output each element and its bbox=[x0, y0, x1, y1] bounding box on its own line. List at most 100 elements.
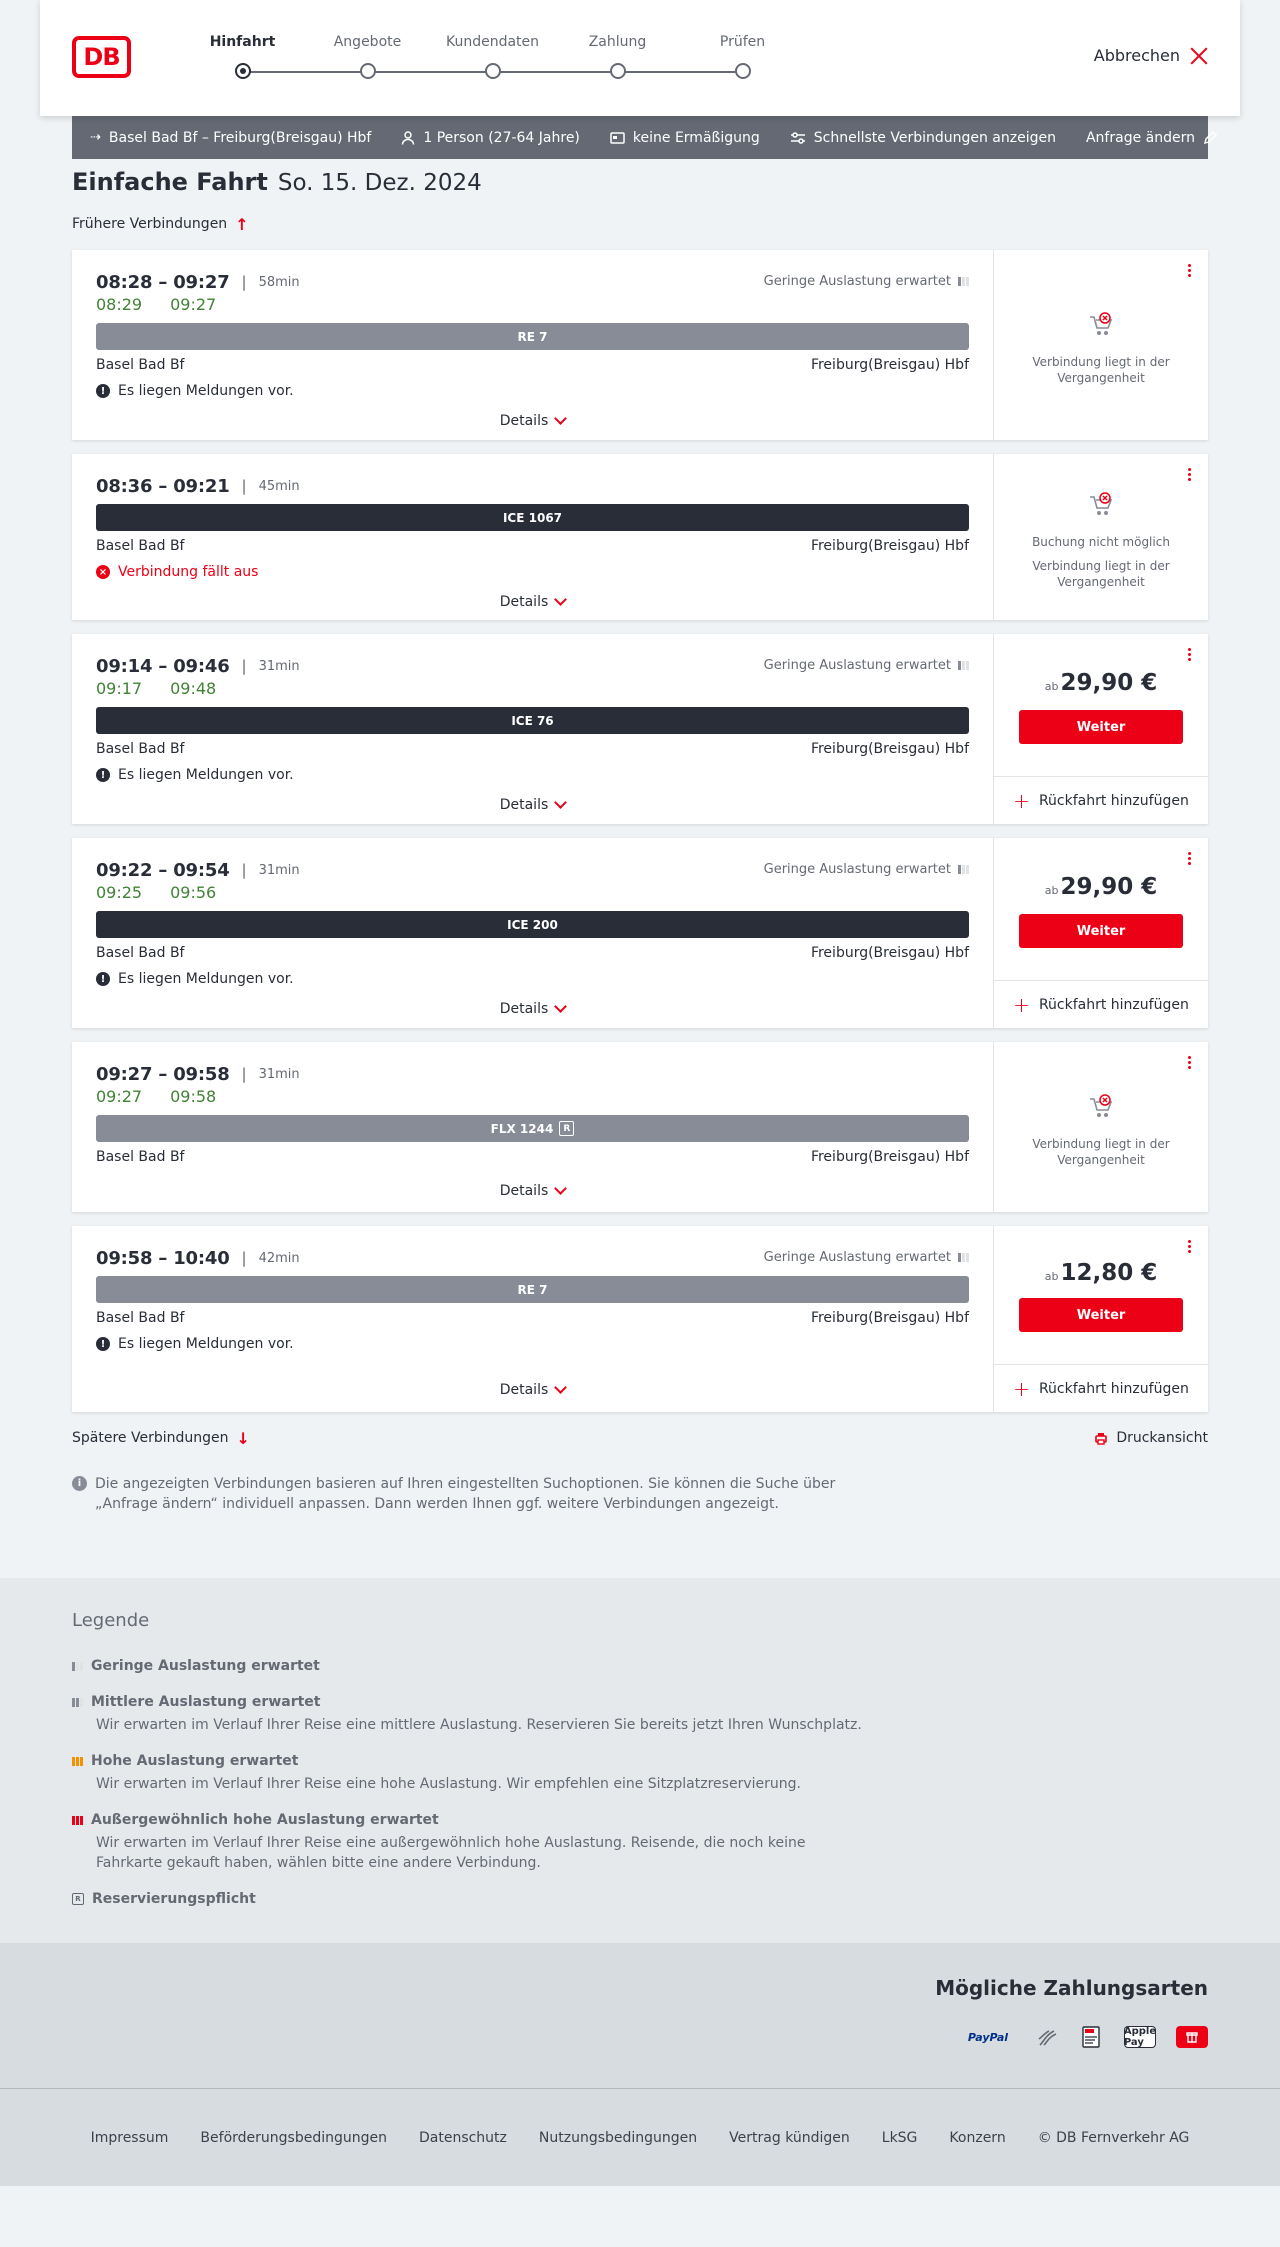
load-text: Geringe Auslastung erwartet bbox=[763, 862, 951, 877]
train-bar[interactable]: ICE 1067 bbox=[96, 504, 969, 531]
continue-button[interactable]: Weiter bbox=[1019, 914, 1183, 948]
realtime: 09:25 09:56 bbox=[96, 883, 969, 905]
payment-title: Mögliche Zahlungsarten bbox=[935, 1976, 1208, 2000]
filter-icon bbox=[790, 131, 805, 144]
more-options-icon[interactable] bbox=[1188, 648, 1192, 661]
step-dot bbox=[485, 63, 501, 79]
message-text: Es liegen Meldungen vor. bbox=[118, 767, 294, 783]
fastest-toggle[interactable]: Schnellste Verbindungen anzeigen bbox=[790, 130, 1056, 146]
arrow-down-icon: ↓ bbox=[236, 1428, 250, 1448]
add-return-button[interactable]: + Rückfahrt hinzufügen bbox=[994, 776, 1208, 824]
legend-item: R Reservierungspflicht bbox=[72, 1889, 1208, 1909]
message-text: Es liegen Meldungen vor. bbox=[118, 383, 294, 399]
realtime: 09:27 09:58 bbox=[96, 1087, 969, 1109]
chevron-down-icon bbox=[554, 796, 568, 809]
legend-item-title: Geringe Auslastung erwartet bbox=[91, 1658, 320, 1674]
arrow-up-icon: ↑ bbox=[235, 214, 249, 234]
times: 08:28 – 09:27 bbox=[96, 271, 230, 293]
search-info: i Die angezeigten Verbindungen basieren a… bbox=[72, 1474, 852, 1514]
print-view-link[interactable]: Druckansicht bbox=[1094, 1430, 1208, 1446]
details-toggle[interactable]: Details bbox=[96, 1181, 969, 1201]
times: 09:27 – 09:58 bbox=[96, 1063, 230, 1085]
footer-link-datenschutz[interactable]: Datenschutz bbox=[419, 2130, 507, 2146]
continue-button[interactable]: Weiter bbox=[1019, 710, 1183, 744]
details-label: Details bbox=[499, 1183, 549, 1199]
legend-item-title: Außergewöhnlich hohe Auslastung erwartet bbox=[91, 1812, 439, 1828]
medium-load-icon bbox=[72, 1697, 83, 1707]
from-station: Basel Bad Bf bbox=[96, 538, 185, 554]
info-text: Die angezeigten Verbindungen basieren au… bbox=[95, 1476, 836, 1512]
step-label: Zahlung bbox=[588, 34, 647, 50]
train-bar[interactable]: RE 7 bbox=[96, 323, 969, 350]
more-options-icon[interactable] bbox=[1188, 264, 1192, 277]
add-return-button[interactable]: + Rückfahrt hinzufügen bbox=[994, 1364, 1208, 1412]
close-icon bbox=[1190, 47, 1208, 65]
low-load-icon bbox=[958, 1253, 969, 1262]
chevron-down-icon bbox=[554, 1182, 568, 1195]
continue-button[interactable]: Weiter bbox=[1019, 1298, 1183, 1332]
times: 09:22 – 09:54 bbox=[96, 859, 230, 881]
db-logo[interactable]: DB bbox=[72, 36, 131, 78]
footer-link-kuendigen[interactable]: Vertrag kündigen bbox=[729, 2130, 850, 2146]
to-station: Freiburg(Breisgau) Hbf bbox=[810, 741, 969, 757]
footer-link-befoerderung[interactable]: Beförderungsbedingungen bbox=[200, 2130, 387, 2146]
train-bar[interactable]: ICE 200 bbox=[96, 911, 969, 938]
step-dot bbox=[360, 63, 376, 79]
later-connections-link[interactable]: Spätere Verbindungen ↓ bbox=[72, 1429, 250, 1448]
discount-summary[interactable]: keine Ermäßigung bbox=[610, 130, 760, 146]
cancel-button[interactable]: Abbrechen bbox=[1094, 46, 1208, 65]
trip-type: Einfache Fahrt bbox=[72, 168, 268, 196]
add-return-button[interactable]: + Rückfahrt hinzufügen bbox=[994, 980, 1208, 1028]
low-load-icon bbox=[958, 277, 969, 286]
route-text: Basel Bad Bf – Freiburg(Breisgau) Hbf bbox=[108, 129, 372, 146]
connection-card: 08:28 – 09:27 | 58min Geringe Auslastung e… bbox=[72, 250, 1208, 440]
cancelled-icon: × bbox=[96, 565, 110, 579]
legend-item-text: Wir erwarten im Verlauf Ihrer Reise eine… bbox=[96, 1835, 806, 1871]
train-name: ICE 76 bbox=[511, 713, 554, 728]
low-load-icon bbox=[958, 661, 969, 670]
payment-methods: Mögliche Zahlungsarten PayPal Apple Pay bbox=[0, 1943, 1280, 2089]
more-options-icon[interactable] bbox=[1188, 468, 1192, 481]
apple-pay-icon: Apple Pay bbox=[1124, 2026, 1156, 2048]
load-indicator: Geringe Auslastung erwartet bbox=[764, 862, 969, 877]
search-summary-bar: ⇢ Basel Bad Bf – Freiburg(Breisgau) Hbf 1… bbox=[72, 116, 1218, 159]
route-summary[interactable]: ⇢ Basel Bad Bf – Freiburg(Breisgau) Hbf bbox=[90, 130, 371, 146]
train-bar[interactable]: FLX 1244 R bbox=[96, 1115, 969, 1142]
details-toggle[interactable]: Details bbox=[96, 795, 969, 815]
step-zahlung: Zahlung bbox=[555, 34, 680, 79]
footer-link-konzern[interactable]: Konzern bbox=[949, 2130, 1005, 2146]
to-station: Freiburg(Breisgau) Hbf bbox=[810, 945, 969, 961]
plus-icon: + bbox=[1013, 1376, 1030, 1401]
duration: 31min bbox=[258, 658, 300, 674]
chevron-down-icon bbox=[554, 593, 568, 606]
train-bar[interactable]: RE 7 bbox=[96, 1276, 969, 1303]
footer-link-nutzung[interactable]: Nutzungsbedingungen bbox=[539, 2130, 697, 2146]
more-options-icon[interactable] bbox=[1188, 1240, 1192, 1253]
later-text: Spätere Verbindungen bbox=[72, 1430, 229, 1446]
more-options-icon[interactable] bbox=[1188, 1056, 1192, 1069]
details-toggle[interactable]: Details bbox=[96, 411, 969, 431]
change-request-button[interactable]: Anfrage ändern bbox=[1086, 130, 1218, 146]
connection-card: 08:36 – 09:21 | 45min ICE 1067 Basel Bad B… bbox=[72, 454, 1208, 620]
earlier-connections-link[interactable]: Frühere Verbindungen ↑ bbox=[72, 212, 1208, 236]
details-toggle[interactable]: Details bbox=[96, 1380, 969, 1400]
train-bar[interactable]: ICE 76 bbox=[96, 707, 969, 734]
realtime: 08:29 09:27 bbox=[96, 295, 969, 317]
footer-link-lksg[interactable]: LkSG bbox=[882, 2130, 918, 2146]
passenger-summary[interactable]: 1 Person (27-64 Jahre) bbox=[401, 130, 580, 146]
chevron-down-icon bbox=[554, 1000, 568, 1013]
from-station: Basel Bad Bf bbox=[96, 1149, 185, 1165]
details-toggle[interactable]: Details bbox=[96, 592, 969, 612]
connection-card: 09:27 – 09:58 | 31min 09:27 09:58 FLX 1244 R… bbox=[72, 1042, 1208, 1212]
cart-disabled-icon bbox=[1090, 1094, 1113, 1117]
realtime: 09:17 09:48 bbox=[96, 679, 969, 701]
details-label: Details bbox=[499, 594, 549, 610]
from-station: Basel Bad Bf bbox=[96, 1310, 185, 1326]
step-hinfahrt[interactable]: Hinfahrt bbox=[180, 34, 305, 79]
pencil-icon bbox=[1203, 130, 1218, 145]
more-options-icon[interactable] bbox=[1188, 852, 1192, 865]
details-toggle[interactable]: Details bbox=[96, 999, 969, 1019]
sepa-icon bbox=[1082, 2026, 1100, 2048]
footer-link-impressum[interactable]: Impressum bbox=[91, 2130, 169, 2146]
low-load-icon bbox=[958, 865, 969, 874]
